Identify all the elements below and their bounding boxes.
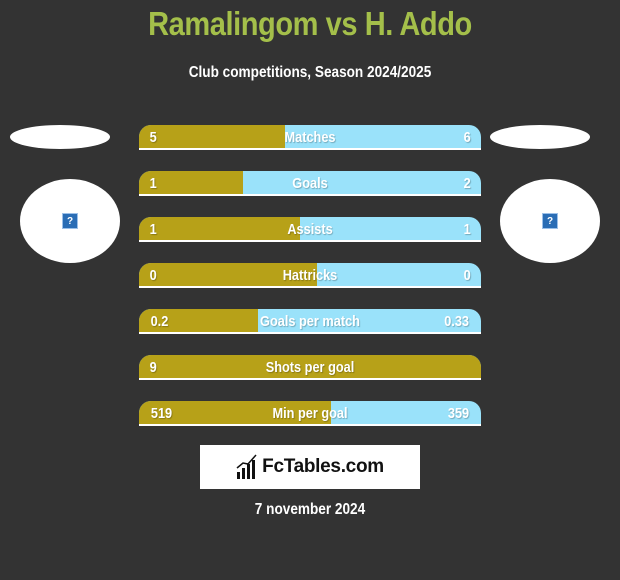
left-value: 0 bbox=[149, 267, 157, 284]
right-value: 0.33 bbox=[443, 313, 469, 330]
stat-label: Goals bbox=[292, 175, 328, 192]
left-value: 9 bbox=[149, 359, 157, 376]
missing-image-icon: ? bbox=[62, 213, 78, 229]
stat-label: Goals per match bbox=[260, 313, 360, 330]
left-value: 5 bbox=[149, 129, 157, 146]
chart-logo-icon bbox=[236, 454, 257, 479]
page-subtitle: Club competitions, Season 2024/2025 bbox=[188, 64, 432, 81]
right-player-name-badge bbox=[490, 125, 590, 149]
fctables-logo[interactable]: FcTables.com bbox=[200, 445, 420, 489]
right-value: 359 bbox=[447, 405, 470, 422]
date-label: 7 november 2024 bbox=[254, 501, 366, 518]
stat-label: Shots per goal bbox=[265, 359, 355, 376]
right-value: 1 bbox=[463, 221, 471, 238]
stat-row-goals: 1 Goals 2 bbox=[139, 171, 481, 196]
left-player-name-badge bbox=[10, 125, 110, 149]
right-value: 0 bbox=[463, 267, 471, 284]
stat-row-hattricks: 0 Hattricks 0 bbox=[139, 263, 481, 288]
left-player-avatar: ? bbox=[20, 179, 120, 263]
stat-label: Min per goal bbox=[272, 405, 348, 422]
right-value: 6 bbox=[463, 129, 471, 146]
left-value: 1 bbox=[149, 175, 157, 192]
stat-label: Hattricks bbox=[282, 267, 338, 284]
right-player-avatar: ? bbox=[500, 179, 600, 263]
stat-label: Assists bbox=[287, 221, 333, 238]
stat-label: Matches bbox=[284, 129, 336, 146]
stat-row-matches: 5 Matches 6 bbox=[139, 125, 481, 150]
logo-text: FcTables.com bbox=[262, 456, 384, 477]
left-value: 1 bbox=[149, 221, 157, 238]
right-value: 2 bbox=[463, 175, 471, 192]
stat-row-min-per-goal: 519 Min per goal 359 bbox=[139, 401, 481, 426]
stat-row-assists: 1 Assists 1 bbox=[139, 217, 481, 242]
stat-row-goals-per-match: 0.2 Goals per match 0.33 bbox=[139, 309, 481, 334]
stat-row-shots-per-goal: 9 Shots per goal bbox=[139, 355, 481, 380]
page-title: Ramalingom vs H. Addo bbox=[148, 5, 472, 42]
missing-image-icon: ? bbox=[542, 213, 558, 229]
